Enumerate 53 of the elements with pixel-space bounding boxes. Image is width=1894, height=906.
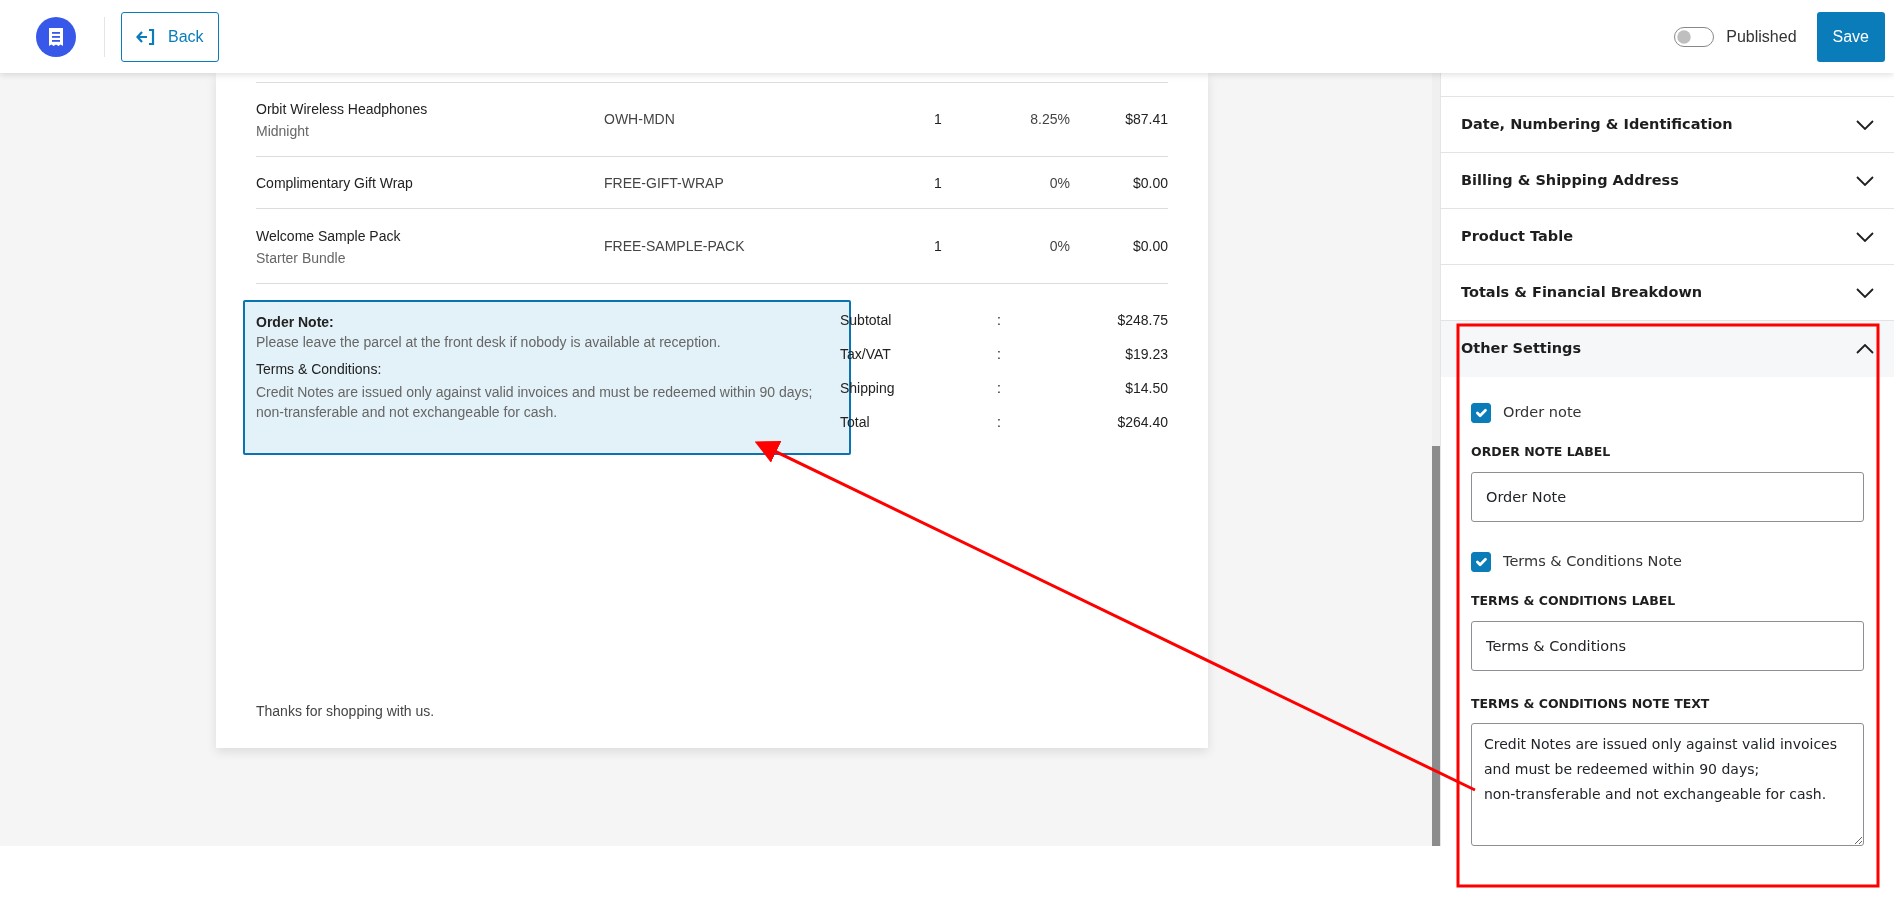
total-value: $248.75 <box>1117 312 1168 328</box>
product-name: Orbit Wireless Headphones <box>256 99 429 119</box>
publish-toggle[interactable] <box>1674 26 1715 47</box>
product-sku: FREE-GIFT-WRAP <box>604 174 724 191</box>
total-value: $19.23 <box>1125 346 1168 362</box>
line-total: $0.00 <box>1132 174 1168 191</box>
quantity: 1 <box>934 174 942 191</box>
line-total: $0.00 <box>1132 238 1168 254</box>
field-label: ORDER NOTE LABEL <box>1471 443 1612 461</box>
back-button[interactable]: Back <box>121 11 219 62</box>
terms-text: Credit Notes are issued only against valid invoices and must be redeemed within 90 days; non-transferable and not exchangeable for cash. <box>256 383 814 422</box>
terms-label: Terms & Conditions: <box>256 360 383 379</box>
quantity: 1 <box>934 111 942 127</box>
order-note-label: Order Note: <box>256 313 335 332</box>
footer-text: Thanks for shopping with us. <box>256 703 435 719</box>
separator: : <box>997 380 1001 396</box>
total-value: $14.50 <box>1125 380 1168 396</box>
product-variant: Midnight <box>256 121 310 141</box>
product-name: Welcome Sample Pack <box>256 226 402 246</box>
tax-rate: 0% <box>1049 238 1070 254</box>
checkbox[interactable] <box>1471 551 1491 572</box>
product-name: Complimentary Gift Wrap <box>256 174 414 193</box>
textarea-input[interactable]: Credit Notes are issued only against valid invoices and must be redeemed within 90 days; non-transferable and not exchangeable for cash. <box>1471 723 1864 847</box>
chevron-down-icon <box>1856 175 1874 186</box>
text-input[interactable]: Terms & Conditions <box>1471 620 1864 671</box>
chevron-down-icon <box>1856 231 1874 242</box>
field-label: TERMS & CONDITIONS NOTE TEXT <box>1471 694 1711 713</box>
quantity: 1 <box>934 238 942 254</box>
tax-rate: 0% <box>1049 174 1070 191</box>
separator: : <box>997 346 1001 362</box>
chevron-down-icon <box>1856 119 1874 130</box>
chevron-up-icon <box>1856 344 1874 354</box>
text-input[interactable]: Order Note <box>1471 471 1864 522</box>
receipt-logo-icon <box>36 16 76 57</box>
product-sku: FREE-SAMPLE-PACK <box>604 238 745 254</box>
checkbox[interactable] <box>1471 403 1491 423</box>
field-label: TERMS & CONDITIONS LABEL <box>1471 591 1677 610</box>
accordion-header[interactable]: Other Settings <box>1441 321 1894 377</box>
tax-rate: 8.25% <box>1030 111 1070 127</box>
total-value: $264.40 <box>1117 414 1168 430</box>
product-sku: OWH-MDN <box>604 111 675 127</box>
publish-label: Published <box>1726 26 1797 47</box>
exit-arrow-icon <box>136 26 156 47</box>
scrollbar-thumb[interactable] <box>1432 446 1440 847</box>
line-total: $87.41 <box>1125 111 1168 127</box>
product-variant: Starter Bundle <box>256 248 347 268</box>
separator: : <box>997 414 1001 430</box>
checkbox-label[interactable]: Terms & Conditions Note <box>1503 550 1682 573</box>
save-button[interactable]: Save <box>1816 11 1885 62</box>
order-note-text: Please leave the parcel at the front desk if nobody is available at reception. <box>256 333 722 352</box>
checkbox-label[interactable]: Order note <box>1503 402 1582 424</box>
separator: : <box>997 312 1001 328</box>
chevron-down-icon <box>1856 287 1874 298</box>
